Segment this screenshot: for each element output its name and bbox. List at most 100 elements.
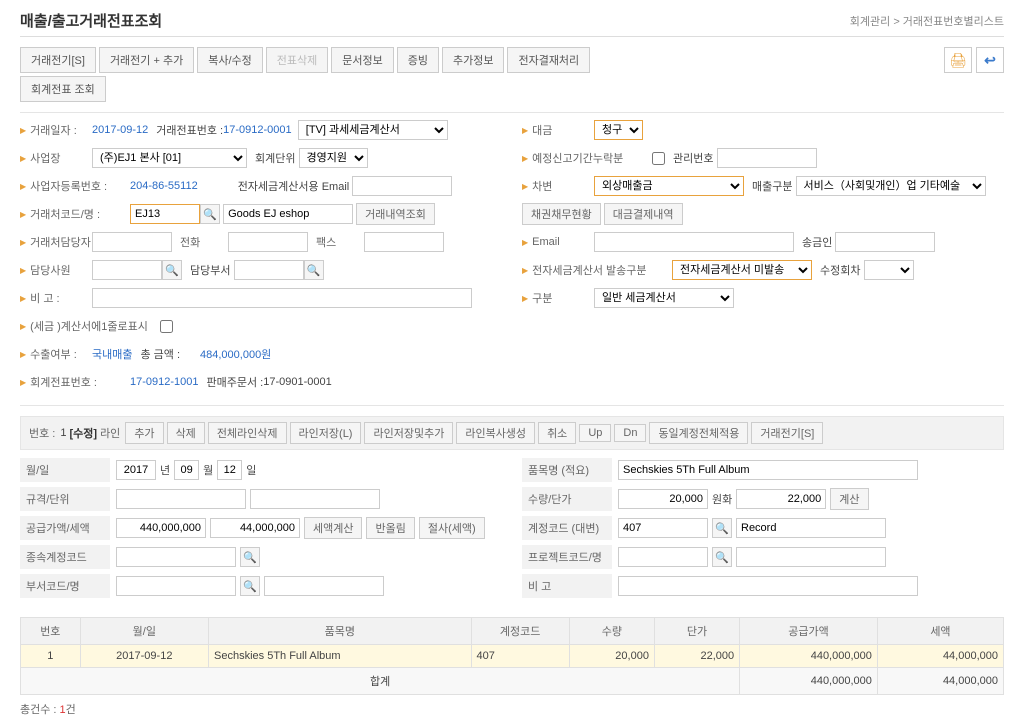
sel-매출구분[interactable]: 서비스（사회및개인）업 기타예술 (796, 176, 986, 196)
tb-btn-증빙[interactable]: 증빙 (397, 47, 439, 73)
sel-구분[interactable]: 일반 세금계산서 (594, 288, 734, 308)
tb-btn-회계전표조회[interactable]: 회계전표 조회 (20, 76, 106, 102)
tb-btn-거래전기[interactable]: 거래전기[S] (20, 47, 96, 73)
chk-세금계산서표시[interactable] (160, 320, 173, 333)
toolbar-row-1: 거래전기[S] 거래전기 + 추가 복사/수정 전표삭제 문서정보 증빙 추가정… (20, 47, 590, 73)
sel-사업장[interactable]: (주)EJ1 본사 [01] (92, 148, 247, 168)
search-icon-계정[interactable]: 🔍 (712, 518, 732, 538)
inp-단위[interactable] (250, 489, 380, 509)
inp-전화[interactable] (228, 232, 308, 252)
lbl-담당사원: ▶담당사원 (20, 262, 92, 278)
inp-세액[interactable] (210, 518, 300, 538)
inp-규격[interactable] (116, 489, 246, 509)
btn-대금결제내역[interactable]: 대금결제내역 (604, 203, 683, 225)
inp-전자세금email[interactable] (352, 176, 452, 196)
search-icon-담당부서[interactable]: 🔍 (304, 260, 324, 280)
dlbl-프로젝트코드명: 프로젝트코드/명 (522, 545, 612, 569)
btn-세액계산[interactable]: 세액계산 (304, 517, 362, 539)
back-icon[interactable]: ↩ (976, 47, 1004, 73)
val-총금액: 484,000,000원 (200, 346, 271, 362)
search-icon-부서[interactable]: 🔍 (240, 576, 260, 596)
td-acct: 407 (471, 645, 569, 668)
btn-전체라인삭제[interactable]: 전체라인삭제 (208, 422, 287, 444)
td-date: 2017-09-12 (80, 645, 208, 668)
inp-거래처코드[interactable] (130, 204, 200, 224)
inp-수량[interactable] (618, 489, 708, 509)
dlbl-비고2: 비 고 (522, 574, 612, 598)
inp-거래처담당자[interactable] (92, 232, 172, 252)
btn-라인복사생성[interactable]: 라인복사생성 (456, 422, 535, 444)
table-row[interactable]: 1 2017-09-12 Sechskies 5Th Full Album 40… (21, 645, 1004, 668)
tb-btn-문서정보[interactable]: 문서정보 (331, 47, 393, 73)
lbl-수정회차: 수정회차 (820, 262, 860, 278)
btn-라인저장및추가[interactable]: 라인저장및추가 (364, 422, 453, 444)
val-회계전표번호: 17-0912-1001 (130, 376, 199, 388)
sel-수정회차[interactable] (864, 260, 914, 280)
inp-부서명[interactable] (264, 576, 384, 596)
inp-계정코드[interactable] (618, 518, 708, 538)
lbl-관리번호: 관리번호 (673, 150, 713, 166)
val-수출여부: 국내매출 (92, 346, 132, 362)
tb-btn-복사수정[interactable]: 복사/수정 (197, 47, 263, 73)
btn-반올림[interactable]: 반올림 (366, 517, 414, 539)
inp-관리번호[interactable] (717, 148, 817, 168)
lbl-비고: ▶비 고 : (20, 290, 92, 306)
sel-doctype[interactable]: [TV] 과세세금계산서 (298, 120, 448, 140)
tb-btn-추가정보[interactable]: 추가정보 (442, 47, 504, 73)
dlbl-공급가액세액: 공급가액/세액 (20, 516, 110, 540)
inp-프로젝트명[interactable] (736, 547, 886, 567)
inp-부서코드[interactable] (116, 576, 236, 596)
tb-btn-거래전기추가[interactable]: 거래전기 + 추가 (99, 47, 194, 73)
table-total-row: 합계 440,000,000 44,000,000 (21, 668, 1004, 695)
inp-팩스[interactable] (364, 232, 444, 252)
sel-회계단위[interactable]: 경영지원 (299, 148, 368, 168)
lbl-원화: 원화 (712, 491, 732, 507)
btn-거래전기s[interactable]: 거래전기[S] (751, 422, 823, 444)
btn-절사[interactable]: 절사(세액) (419, 517, 485, 539)
th-세액: 세액 (877, 618, 1003, 645)
lbl-일: 일 (246, 462, 256, 478)
sel-차변[interactable]: 외상매출금 (594, 176, 744, 196)
th-공급가액: 공급가액 (740, 618, 878, 645)
tb-btn-전자결재처리[interactable]: 전자결재처리 (507, 47, 590, 73)
btn-삭제[interactable]: 삭제 (167, 422, 205, 444)
print-icon[interactable]: 🖨 (944, 47, 972, 73)
inp-월[interactable] (174, 460, 199, 480)
inp-email[interactable] (594, 232, 794, 252)
dlbl-계정코드: 계정코드 (대변) (522, 516, 612, 540)
btn-dn[interactable]: Dn (614, 424, 646, 442)
inp-단가[interactable] (736, 489, 826, 509)
btn-라인저장[interactable]: 라인저장(L) (290, 422, 362, 444)
sel-대금[interactable]: 청구 (594, 120, 643, 140)
td-price: 22,000 (654, 645, 739, 668)
inp-일[interactable] (217, 460, 242, 480)
search-icon-담당사원[interactable]: 🔍 (162, 260, 182, 280)
btn-추가[interactable]: 추가 (125, 422, 163, 444)
btn-채권채무현황[interactable]: 채권채무현황 (522, 203, 601, 225)
btn-거래내역조회[interactable]: 거래내역조회 (356, 203, 435, 225)
btn-취소[interactable]: 취소 (538, 422, 576, 444)
td-item: Sechskies 5Th Full Album (209, 645, 472, 668)
btn-up[interactable]: Up (579, 424, 611, 442)
search-icon-종속계정[interactable]: 🔍 (240, 547, 260, 567)
inp-계정명[interactable] (736, 518, 886, 538)
search-icon-프로젝트[interactable]: 🔍 (712, 547, 732, 567)
inp-년[interactable] (116, 460, 156, 480)
lbl-송금인: 송금인 (802, 234, 832, 250)
inp-담당부서[interactable] (234, 260, 304, 280)
btn-계산[interactable]: 계산 (830, 488, 868, 510)
inp-비고2[interactable] (618, 576, 918, 596)
inp-품목명[interactable] (618, 460, 918, 480)
inp-송금인[interactable] (835, 232, 935, 252)
inp-공급가액[interactable] (116, 518, 206, 538)
sel-전자발송[interactable]: 전자세금계산서 미발송 (672, 260, 812, 280)
inp-종속계정코드[interactable] (116, 547, 236, 567)
inp-거래처명[interactable] (223, 204, 353, 224)
btn-동일계정전체적용[interactable]: 동일계정전체적용 (649, 422, 748, 444)
inp-프로젝트코드[interactable] (618, 547, 708, 567)
th-단가: 단가 (654, 618, 739, 645)
chk-예정신고[interactable] (652, 152, 665, 165)
inp-담당사원[interactable] (92, 260, 162, 280)
inp-비고[interactable] (92, 288, 472, 308)
search-icon-거래처[interactable]: 🔍 (200, 204, 220, 224)
